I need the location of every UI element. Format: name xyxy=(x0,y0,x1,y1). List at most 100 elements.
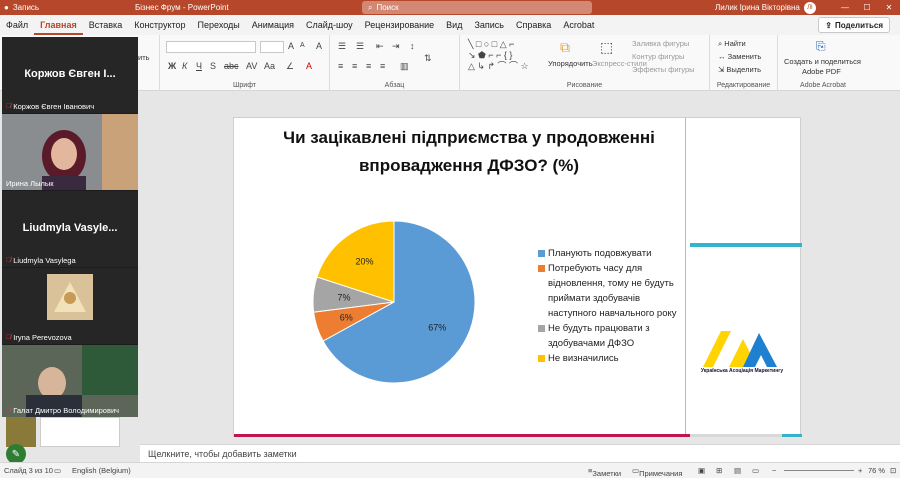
indent-icon[interactable]: ⇤ xyxy=(376,41,384,52)
slideshow-icon[interactable]: ▭ xyxy=(752,466,759,475)
zoom-in-icon[interactable]: + xyxy=(858,466,862,475)
tab-item[interactable]: Справка xyxy=(510,15,557,35)
arrange-label[interactable]: Упорядочить xyxy=(548,59,593,68)
decor-line xyxy=(782,434,802,437)
comments-button[interactable]: ▭ Примечания xyxy=(632,466,682,478)
shape-effects-label[interactable]: Эффекты фигуры xyxy=(632,65,695,74)
notes-button[interactable]: ≡ Заметки xyxy=(588,466,621,478)
strikethrough-icon[interactable]: abc xyxy=(224,61,239,71)
drawing-group-label: Рисование xyxy=(566,82,603,89)
paste-label[interactable]: ить xyxy=(138,53,150,62)
font-color-icon[interactable]: A xyxy=(306,61,312,71)
search-box[interactable]: ⌕ Поиск xyxy=(362,1,592,14)
mic-muted-icon: 🎙̸ xyxy=(6,407,12,414)
pen-icon[interactable]: ✎ xyxy=(6,444,26,464)
normal-view-icon[interactable]: ▣ xyxy=(698,466,705,475)
editing-group: ⌕ Найти ↔ Заменить ⇲ Выделить Редактиров… xyxy=(710,35,778,91)
pdf-icon[interactable]: ⎘ xyxy=(816,39,826,54)
slide-thumbnail[interactable] xyxy=(40,417,120,447)
clear-format-icon[interactable]: A xyxy=(316,41,322,51)
shadow-icon[interactable]: S xyxy=(210,61,216,71)
pie-chart[interactable]: 67% 6% 7% 20% xyxy=(304,202,504,402)
select-button[interactable]: ⇲ Выделить xyxy=(718,65,761,74)
zoom-out-icon[interactable]: − xyxy=(772,466,776,475)
slide-canvas[interactable]: Чи зацікавлені підприємства у продовженн… xyxy=(233,117,802,437)
numbering-icon[interactable]: ☰ xyxy=(356,41,364,52)
create-pdf-line2[interactable]: Adobe PDF xyxy=(802,67,841,76)
tab-item[interactable]: Переходы xyxy=(192,15,246,35)
tab-item[interactable]: Вид xyxy=(440,15,468,35)
maximize-icon[interactable]: ☐ xyxy=(856,0,878,15)
reading-view-icon[interactable]: ▤ xyxy=(734,466,741,475)
columns-icon[interactable]: ▥ xyxy=(400,61,409,72)
tab-item[interactable]: Анимация xyxy=(246,15,300,35)
align-left-icon[interactable]: ≡ xyxy=(338,61,343,71)
paragraph-group-label: Абзац xyxy=(384,82,405,89)
fit-slide-icon[interactable]: ⊡ xyxy=(890,466,896,475)
share-button[interactable]: ⇪ Поделиться xyxy=(818,17,890,33)
close-icon[interactable]: ✕ xyxy=(878,0,900,15)
bold-icon[interactable]: Ж xyxy=(168,61,176,71)
font-group: A A A Ж К Ч S abc AV Aa ∠ A Шрифт xyxy=(160,35,330,91)
autosave-toggle-icon[interactable]: ● xyxy=(4,3,9,12)
justify-icon[interactable]: ≡ xyxy=(380,61,385,71)
replace-button[interactable]: ↔ Заменить xyxy=(718,52,761,61)
slide-thumbnail-image[interactable] xyxy=(6,417,36,447)
align-right-icon[interactable]: ≡ xyxy=(366,61,371,71)
tab-item[interactable]: Вставка xyxy=(83,15,128,35)
zoom-slider[interactable] xyxy=(784,470,854,471)
italic-icon[interactable]: К xyxy=(182,61,187,71)
tab-item[interactable]: Файл xyxy=(0,15,34,35)
participant-tile[interactable]: Ирина Лылык xyxy=(2,114,138,190)
participant-tile[interactable]: Коржов Євген І... 🎙̸ Коржов Євген Іванови… xyxy=(2,37,138,113)
find-button[interactable]: ⌕ Найти xyxy=(718,39,746,49)
tab-item[interactable]: Конструктор xyxy=(128,15,191,35)
text-direction-icon[interactable]: ⇅ xyxy=(424,53,432,64)
participant-tile[interactable]: 🎙̸ Iryna Perevozova xyxy=(2,268,138,344)
minimize-icon[interactable]: — xyxy=(834,0,856,15)
participant-tile[interactable]: Liudmyla Vasyle... 🎙̸ Liudmyla Vasylega xyxy=(2,191,138,267)
shrink-font-icon[interactable]: A xyxy=(300,42,305,49)
tab-item[interactable]: Главная xyxy=(34,15,83,35)
arrange-icon[interactable]: ⧉ xyxy=(560,39,570,56)
highlight-icon[interactable]: ∠ xyxy=(286,61,294,72)
outdent-icon[interactable]: ⇥ xyxy=(392,41,400,52)
sorter-view-icon[interactable]: ⊞ xyxy=(716,466,722,475)
spacing-icon[interactable]: AV xyxy=(246,61,257,71)
notes-pane[interactable]: Щелкните, чтобы добавить заметки xyxy=(140,444,900,462)
bullets-icon[interactable]: ☰ xyxy=(338,41,346,52)
change-case-icon[interactable]: Aa xyxy=(264,61,275,71)
avatar: ЛІ xyxy=(803,1,816,14)
grow-font-icon[interactable]: A xyxy=(288,41,294,51)
line-spacing-icon[interactable]: ↕ xyxy=(410,41,415,51)
tab-item[interactable]: Рецензирование xyxy=(359,15,441,35)
mic-muted-icon: 🎙̸ xyxy=(6,257,12,264)
legend-item: Не будуть працювати з здобувачами ДФЗО xyxy=(538,321,688,351)
title-bar: ● Запись Бізнес Фрум - PowerPoint ⌕ Поис… xyxy=(0,0,900,15)
accessibility-icon[interactable]: ▭ xyxy=(54,466,61,475)
legend-label: Не визначились xyxy=(548,353,619,364)
underline-icon[interactable]: Ч xyxy=(196,61,202,71)
participants-panel: Коржов Євген І... 🎙̸ Коржов Євген Іванови… xyxy=(2,37,138,417)
slide-title[interactable]: Чи зацікавлені підприємства у продовженн… xyxy=(274,124,664,180)
shape-outline-label[interactable]: Контур фигуры xyxy=(632,52,684,61)
acrobat-group-label: Adobe Acrobat xyxy=(800,82,846,89)
quick-styles-icon[interactable]: ⬚ xyxy=(600,39,613,56)
ribbon-tabs: Файл Главная Вставка Конструктор Переходы Ани… xyxy=(0,15,900,35)
pie-data-label: 67% xyxy=(428,323,446,333)
shapes-gallery[interactable]: ╲ □ ○ □ △ ⌐ ↘ ⬟ ⌐ ⌐ { } △ ↳ ↱ ⌒ ⌒ ☆ xyxy=(468,39,544,75)
shape-fill-label[interactable]: Заливка фигуры xyxy=(632,39,689,48)
paragraph-group: ☰ ☰ ⇤ ⇥ ↕ ≡ ≡ ≡ ≡ ▥ ⇅ Абзац xyxy=(330,35,460,91)
decor-line xyxy=(234,434,690,437)
font-size-dropdown[interactable] xyxy=(260,41,284,53)
language-indicator[interactable]: English (Belgium) xyxy=(72,466,131,475)
user-account[interactable]: Лилик Ірина Вікторівна ЛІ xyxy=(715,1,816,14)
align-center-icon[interactable]: ≡ xyxy=(352,61,357,71)
participant-tile[interactable]: 🎙̸ Галат Дмитро Володимирович xyxy=(2,345,138,417)
tab-item[interactable]: Слайд-шоу xyxy=(300,15,359,35)
create-pdf-line1[interactable]: Создать и поделиться xyxy=(784,57,861,66)
tab-item[interactable]: Запись xyxy=(468,15,510,35)
zoom-level[interactable]: 76 % xyxy=(868,466,885,475)
font-name-dropdown[interactable] xyxy=(166,41,256,53)
tab-item[interactable]: Acrobat xyxy=(557,15,600,35)
